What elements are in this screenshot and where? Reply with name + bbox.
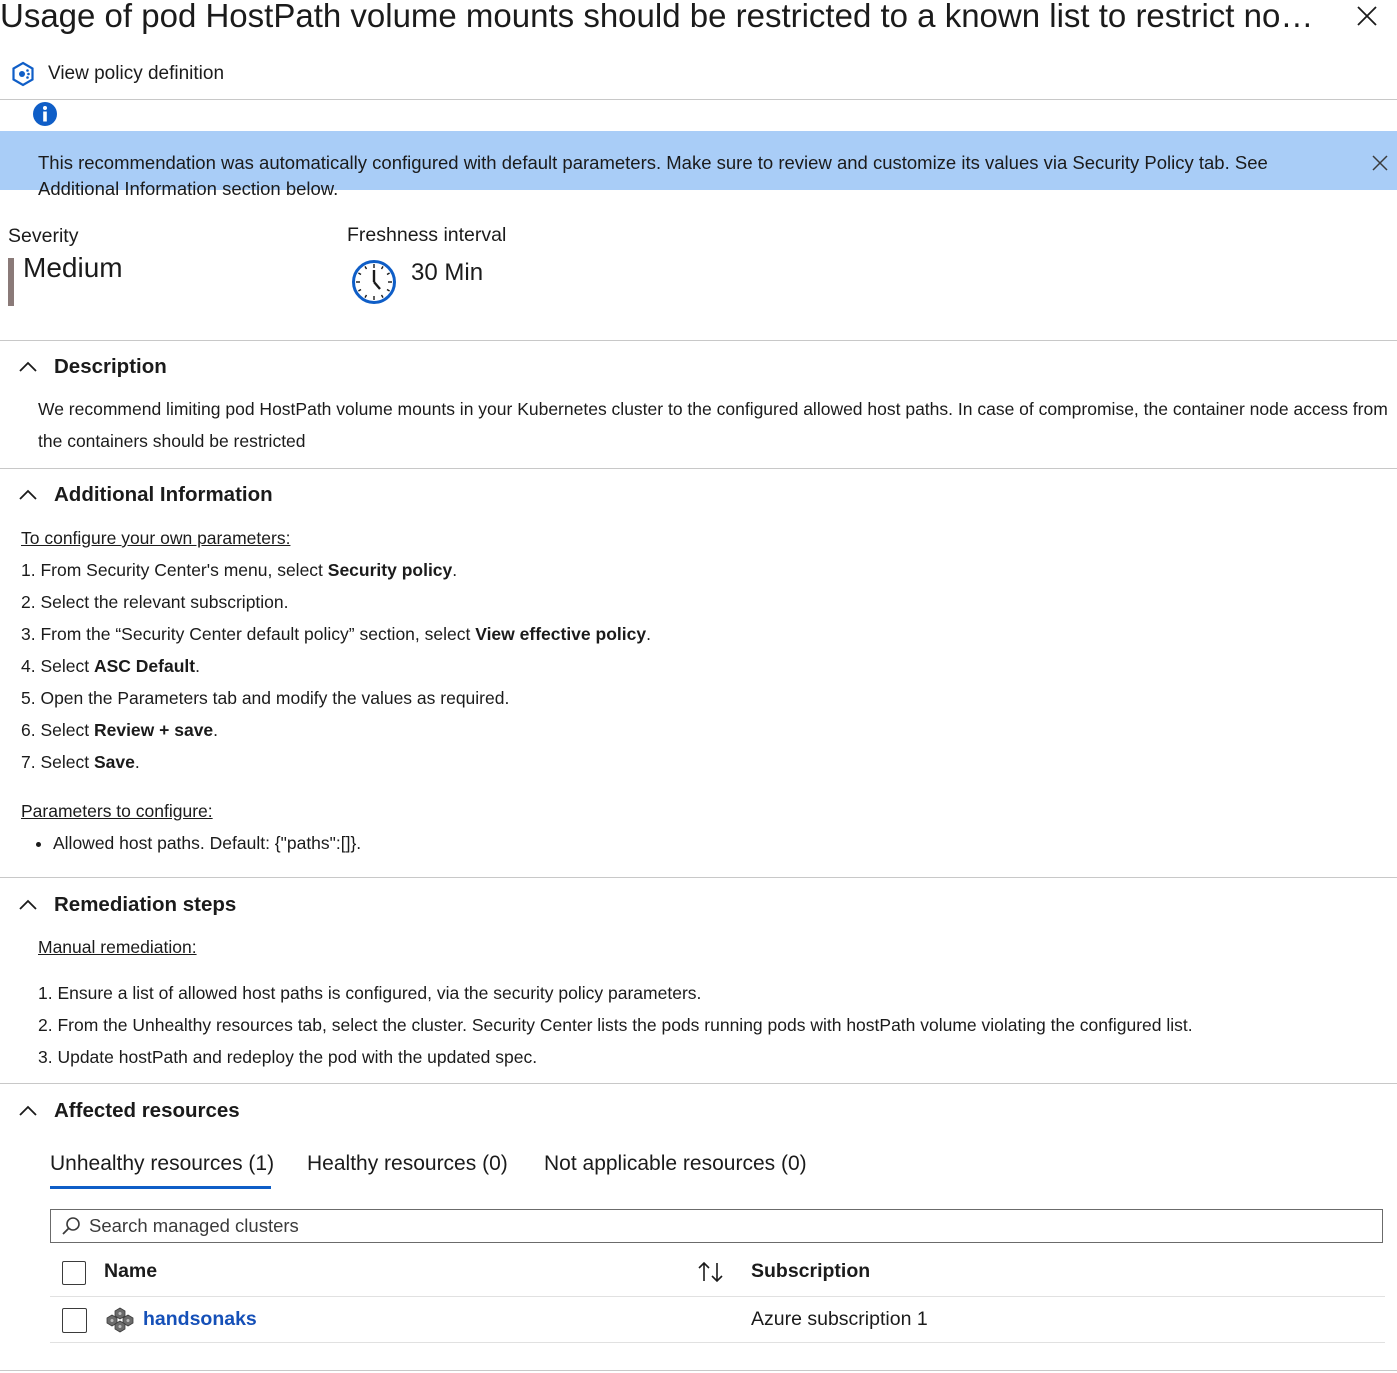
- step-line: 3. From the “Security Center default pol…: [21, 624, 651, 644]
- remediation-step: 3. Update hostPath and redeploy the pod …: [38, 1047, 538, 1067]
- divider: [0, 877, 1397, 878]
- tab-unhealthy-resources[interactable]: Unhealthy resources (1): [50, 1152, 274, 1176]
- clock-icon: [352, 260, 396, 304]
- page-title: Usage of pod HostPath volume mounts shou…: [0, 0, 1325, 34]
- configure-heading: To configure your own parameters:: [21, 528, 291, 548]
- additional-info-section-toggle[interactable]: Additional Information: [18, 483, 273, 507]
- params-list: Allowed host paths. Default: {"paths":[]…: [21, 827, 361, 859]
- remediation-heading: Remediation steps: [54, 893, 237, 916]
- params-heading: Parameters to configure:: [21, 801, 213, 821]
- info-circle-icon: [33, 102, 57, 126]
- banner-message: This recommendation was automatically co…: [38, 152, 1268, 199]
- param-item: Allowed host paths. Default: {"paths":[]…: [53, 827, 361, 859]
- column-header-name[interactable]: Name: [104, 1260, 157, 1283]
- active-tab-indicator: [50, 1186, 271, 1189]
- table-header-divider: [50, 1296, 1385, 1297]
- manual-remediation-heading: Manual remediation:: [38, 937, 197, 957]
- sort-arrows-icon[interactable]: [697, 1260, 725, 1284]
- resource-name-link[interactable]: handsonaks: [143, 1308, 257, 1331]
- chevron-up-icon: [19, 1105, 37, 1116]
- close-icon[interactable]: [1355, 4, 1379, 28]
- description-section-toggle[interactable]: Description: [18, 355, 167, 379]
- description-heading: Description: [54, 355, 167, 378]
- step-line: 7. Select Save.: [21, 752, 140, 772]
- step-line: 6. Select Review + save.: [21, 720, 219, 740]
- search-box[interactable]: [50, 1209, 1383, 1243]
- freshness-value: 30 Min: [411, 259, 484, 286]
- description-text: We recommend limiting pod HostPath volum…: [38, 399, 1388, 451]
- severity-value: Medium: [23, 252, 123, 283]
- configure-steps: 1. From Security Center's menu, select S…: [21, 554, 651, 778]
- kubernetes-cluster-icon: [106, 1307, 134, 1333]
- additional-info-heading: Additional Information: [54, 483, 273, 506]
- view-policy-label: View policy definition: [48, 63, 225, 84]
- chevron-up-icon: [19, 899, 37, 910]
- divider: [0, 1370, 1397, 1371]
- tab-healthy-resources[interactable]: Healthy resources (0): [307, 1152, 508, 1176]
- affected-section-toggle[interactable]: Affected resources: [18, 1099, 240, 1123]
- divider: [0, 1083, 1397, 1084]
- step-line: 2. Select the relevant subscription.: [21, 592, 289, 612]
- chevron-up-icon: [19, 361, 37, 372]
- select-all-checkbox[interactable]: [62, 1261, 86, 1285]
- remediation-step: 2. From the Unhealthy resources tab, sel…: [38, 1015, 1193, 1035]
- freshness-label: Freshness interval: [347, 224, 507, 246]
- resource-subscription: Azure subscription 1: [751, 1308, 928, 1330]
- view-policy-definition-link[interactable]: View policy definition: [10, 60, 224, 88]
- divider: [0, 340, 1397, 341]
- step-line: 4. Select ASC Default.: [21, 656, 200, 676]
- severity-indicator: [8, 258, 14, 306]
- tab-not-applicable-resources[interactable]: Not applicable resources (0): [544, 1152, 807, 1176]
- affected-heading: Affected resources: [54, 1099, 240, 1122]
- remediation-steps: 1. Ensure a list of allowed host paths i…: [38, 977, 1193, 1073]
- remediation-step: 1. Ensure a list of allowed host paths i…: [38, 983, 702, 1003]
- search-icon: [62, 1217, 80, 1235]
- table-row-divider: [50, 1342, 1385, 1343]
- remediation-section-toggle[interactable]: Remediation steps: [18, 893, 236, 917]
- row-checkbox[interactable]: [62, 1308, 87, 1333]
- step-line: 1. From Security Center's menu, select S…: [21, 560, 458, 580]
- divider: [0, 468, 1397, 469]
- step-line: 5. Open the Parameters tab and modify th…: [21, 688, 510, 708]
- policy-hexagon-icon: [12, 61, 34, 87]
- header-divider: [0, 99, 1397, 100]
- severity-label: Severity: [8, 225, 79, 247]
- banner-close-icon[interactable]: [1370, 153, 1390, 173]
- search-input[interactable]: [87, 1214, 1371, 1238]
- chevron-up-icon: [19, 489, 37, 500]
- column-header-subscription[interactable]: Subscription: [751, 1260, 870, 1283]
